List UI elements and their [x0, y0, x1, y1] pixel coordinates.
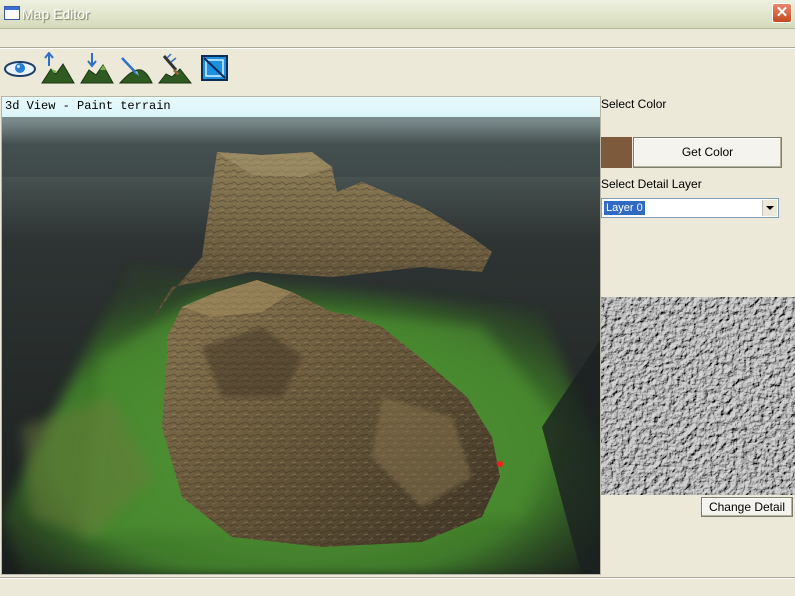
chevron-down-icon[interactable]	[762, 200, 777, 216]
detail-layer-value: Layer 0	[603, 200, 646, 216]
terrain-3d-view[interactable]: 3d View - Paint terrain	[1, 96, 601, 575]
eye-icon	[4, 61, 36, 77]
view-eye-tool[interactable]	[3, 52, 37, 84]
paint-terrain-tool[interactable]	[158, 52, 192, 84]
menu-bar	[0, 29, 795, 48]
title-bar: Map Editor ✕	[0, 0, 795, 29]
select-detail-layer-label: Select Detail Layer	[601, 177, 702, 191]
terrain-lower-icon	[80, 53, 114, 84]
get-color-button[interactable]: Get Color	[633, 137, 782, 168]
view-label: 3d View - Paint terrain	[5, 99, 171, 113]
window-title: Map Editor	[22, 6, 90, 22]
terrain-render	[2, 117, 600, 574]
select-color-label: Select Color	[601, 97, 667, 111]
change-detail-button[interactable]: Change Detail	[701, 497, 793, 517]
detail-texture-image	[601, 297, 795, 495]
raise-terrain-tool[interactable]	[41, 52, 75, 84]
color-swatch	[601, 137, 632, 168]
window-icon	[4, 6, 20, 20]
detail-layer-select[interactable]: Layer 0	[601, 198, 779, 218]
select-area-tool[interactable]	[198, 52, 232, 84]
lower-terrain-tool[interactable]	[80, 52, 114, 84]
detail-texture-preview	[601, 297, 795, 495]
smooth-terrain-tool[interactable]	[119, 52, 153, 84]
terrain-raise-icon	[41, 52, 75, 84]
toolbar	[0, 52, 600, 86]
status-bar	[0, 577, 795, 596]
terrain-paint-icon	[158, 53, 192, 84]
close-button[interactable]: ✕	[772, 3, 792, 23]
select-box-icon	[201, 55, 228, 81]
terrain-smooth-icon	[119, 57, 153, 84]
brush-cursor	[497, 461, 503, 467]
